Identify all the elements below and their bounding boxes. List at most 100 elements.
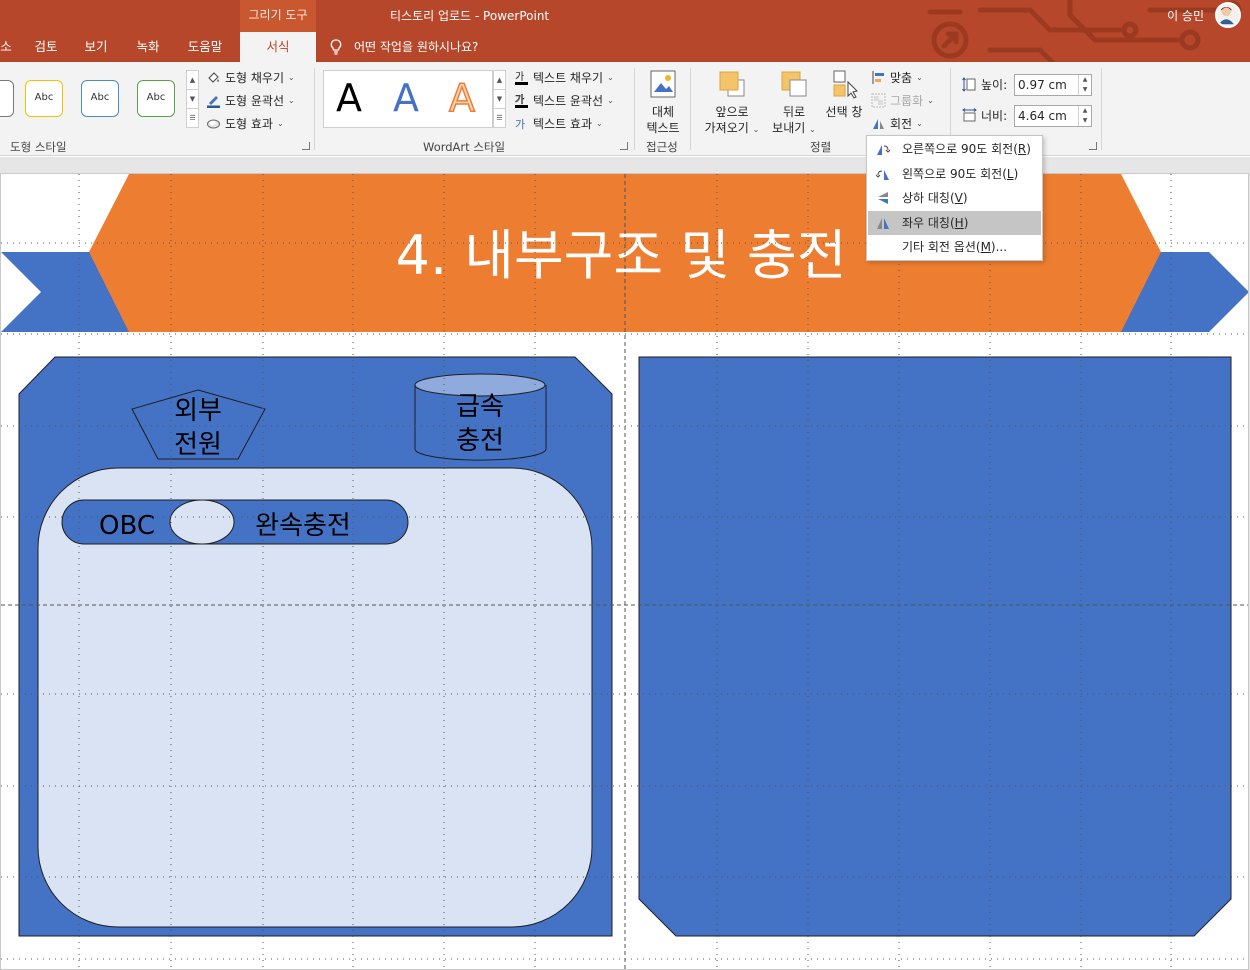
menu-more-rotation-options[interactable]: 기타 회전 옵션(M)... <box>868 235 1041 260</box>
shape-style-sample-2[interactable]: Abc <box>81 80 119 117</box>
gallery-down-icon[interactable]: ▼ <box>494 90 505 109</box>
slow-charge-label: 완속충전 <box>255 511 351 541</box>
svg-text:가: 가 <box>515 71 524 83</box>
fast-charge-label-line2: 충전 <box>456 426 504 456</box>
rotate-icon <box>871 116 886 131</box>
wordart-style-black[interactable]: A <box>336 76 362 120</box>
chevron-down-icon: ⌄ <box>288 72 295 82</box>
chevron-down-icon: ⌄ <box>916 72 923 82</box>
svg-text:가: 가 <box>515 94 524 106</box>
selection-pane-button[interactable]: 선택 창 <box>822 70 866 120</box>
height-label: 높이: <box>962 76 1007 93</box>
slide-canvas[interactable]: 4. 내부구조 및 충전 외부 전원 급속 충전 OBC 완속충전 <box>0 173 1249 970</box>
text-outline-button[interactable]: 가 텍스트 윤곽선 ⌄ <box>514 91 614 109</box>
wordart-style-orange-outline[interactable]: A <box>448 75 476 121</box>
tab-slideshow[interactable]: 소 <box>0 32 12 62</box>
user-avatar-icon <box>1218 6 1234 25</box>
shape-effects-button[interactable]: 도형 효과 ⌄ <box>206 114 284 132</box>
shape-style-sample-1[interactable]: Abc <box>25 80 63 117</box>
chevron-down-icon: ⌄ <box>752 125 760 134</box>
menu-rotate-left-90[interactable]: 왼쪽으로 90도 회전(L) <box>868 162 1041 187</box>
tab-help[interactable]: 도움말 <box>180 32 230 62</box>
chevron-down-icon: ⌄ <box>927 95 934 105</box>
gallery-up-icon[interactable]: ▲ <box>187 71 198 90</box>
obc-connector-ellipse[interactable] <box>169 499 235 545</box>
shape-style-sample-3[interactable]: Abc <box>137 80 175 117</box>
tell-me-text: 어떤 작업을 원하시나요? <box>354 40 479 54</box>
group-button[interactable]: 그룹화 ⌄ <box>871 91 934 109</box>
wordart-style-blue[interactable]: A <box>393 76 419 120</box>
gallery-down-icon[interactable]: ▼ <box>187 90 198 109</box>
pen-outline-icon <box>206 93 221 108</box>
menu-rotate-right-90[interactable]: 오른쪽으로 90도 회전(R) <box>868 137 1041 162</box>
window-title: 티스토리 업로드 - PowerPoint <box>390 9 550 23</box>
obc-label: OBC <box>99 511 155 541</box>
ribbon-separator <box>1101 68 1102 150</box>
alt-text-icon <box>648 70 678 100</box>
width-icon <box>962 108 977 123</box>
ribbon-separator <box>634 68 635 150</box>
chevron-down-icon: ⌄ <box>288 95 295 105</box>
chevron-down-icon: ⌄ <box>607 95 614 105</box>
text-outline-icon: 가 <box>514 93 529 108</box>
spin-down-icon[interactable]: ▼ <box>1079 85 1091 95</box>
width-input[interactable]: 4.64 cm ▲ ▼ <box>1014 105 1092 127</box>
text-effects-button[interactable]: 가 텍스트 효과 ⌄ <box>514 114 603 132</box>
rotate-dropdown-menu: 오른쪽으로 90도 회전(R) 왼쪽으로 90도 회전(L) 상하 대칭(V) … <box>866 135 1043 261</box>
size-launcher-icon[interactable] <box>1089 142 1097 150</box>
flip-vertical-icon <box>878 192 888 204</box>
wordart-gallery-scroll[interactable]: ▲ ▼ ☰ <box>493 70 506 128</box>
fast-charge-label-line1: 급속 <box>456 392 504 422</box>
text-fill-button[interactable]: 가 텍스트 채우기 ⌄ <box>514 68 614 86</box>
shape-style-gallery-scroll[interactable]: ▲ ▼ ☰ <box>186 70 199 128</box>
slide-drawing: 4. 내부구조 및 충전 외부 전원 급속 충전 OBC 완속충전 <box>1 174 1248 969</box>
wordart-styles-launcher-icon[interactable] <box>620 142 628 150</box>
text-effects-icon: 가 <box>514 116 529 131</box>
tab-record[interactable]: 녹화 <box>126 32 170 62</box>
alt-text-button[interactable]: 대체 텍스트 <box>643 70 683 136</box>
spin-down-icon[interactable]: ▼ <box>1079 116 1091 126</box>
text-fill-icon: 가 <box>514 70 529 85</box>
chevron-down-icon: ⌄ <box>607 72 614 82</box>
height-icon <box>962 77 977 92</box>
height-input[interactable]: 0.97 cm ▲ ▼ <box>1014 74 1092 96</box>
tab-view[interactable]: 보기 <box>74 32 118 62</box>
context-group-drawing-tools: 그리기 도구 <box>240 0 316 32</box>
group-label-accessibility: 접근성 <box>646 140 678 154</box>
user-name[interactable]: 이 승민 <box>1167 7 1204 24</box>
shape-fill-button[interactable]: 도형 채우기 ⌄ <box>206 68 295 86</box>
lightbulb-icon <box>330 39 342 55</box>
tab-format[interactable]: 서식 <box>240 32 316 62</box>
bring-forward-icon <box>717 70 747 100</box>
spin-up-icon[interactable]: ▲ <box>1079 75 1091 85</box>
send-backward-button[interactable]: 뒤로 보내기 ⌄ <box>768 70 820 138</box>
tell-me-search[interactable]: 어떤 작업을 원하시나요? <box>330 32 478 62</box>
shape-effects-icon <box>206 116 221 131</box>
menu-flip-horizontal[interactable]: 좌우 대칭(H) <box>868 210 1041 235</box>
shape-styles-launcher-icon[interactable] <box>302 142 310 150</box>
width-label: 너비: <box>962 107 1007 124</box>
slide-title[interactable]: 4. 내부구조 및 충전 <box>396 224 847 287</box>
menu-flip-vertical[interactable]: 상하 대칭(V) <box>868 186 1041 211</box>
rotate-button[interactable]: 회전 ⌄ <box>871 114 923 132</box>
spin-up-icon[interactable]: ▲ <box>1079 106 1091 116</box>
shape-style-sample-partial[interactable] <box>0 80 14 117</box>
height-spinner[interactable]: ▲ ▼ <box>1078 75 1091 95</box>
tab-review[interactable]: 검토 <box>24 32 68 62</box>
chevron-down-icon: ⌄ <box>276 118 284 128</box>
ribbon-separator <box>314 68 315 150</box>
gallery-up-icon[interactable]: ▲ <box>494 71 505 90</box>
avatar[interactable] <box>1215 2 1241 28</box>
slide-editing-area: 4. 내부구조 및 충전 외부 전원 급속 충전 OBC 완속충전 <box>0 157 1250 970</box>
chevron-down-icon: ⌄ <box>596 118 603 128</box>
width-spinner[interactable]: ▲ ▼ <box>1078 106 1091 126</box>
align-button[interactable]: 맞춤 ⌄ <box>871 68 923 86</box>
right-panel-shape[interactable] <box>638 356 1232 937</box>
rotate-right-icon <box>877 145 890 155</box>
align-icon <box>871 70 886 85</box>
gallery-more-icon[interactable]: ☰ <box>187 109 198 127</box>
shape-outline-button[interactable]: 도형 윤곽선 ⌄ <box>206 91 295 109</box>
gallery-more-icon[interactable]: ☰ <box>494 109 505 127</box>
chevron-down-icon: ⌄ <box>809 125 816 134</box>
bring-forward-button[interactable]: 앞으로 가져오기 ⌄ <box>700 70 764 138</box>
